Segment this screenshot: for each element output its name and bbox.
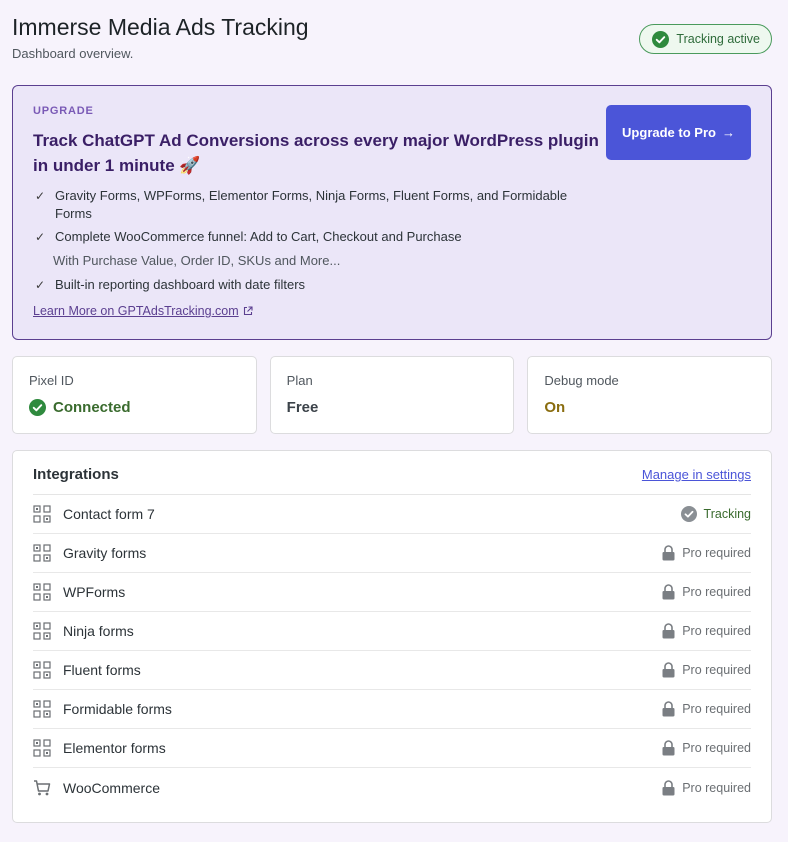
form-grid-icon [33,700,51,718]
integration-left: Gravity forms [33,544,146,562]
integration-left: Formidable forms [33,700,172,718]
integration-status: Pro required [662,584,751,600]
external-link-icon [243,306,253,316]
feature-item: ✓ Complete WooCommerce funnel: Add to Car… [35,229,462,244]
integration-left: Contact form 7 [33,505,155,523]
upgrade-eyebrow: UPGRADE [33,105,94,117]
stat-value: On [544,399,566,416]
integrations-panel: Integrations Manage in settings Contact … [12,450,772,823]
integration-name: Formidable forms [63,701,172,717]
upgrade-feature-list: ✓ Gravity Forms, WPForms, Elementor Forms… [35,187,595,294]
integration-status: Pro required [662,779,751,796]
form-grid-icon [33,505,51,523]
feature-subitem: With Purchase Value, Order ID, SKUs and … [53,253,341,268]
upgrade-to-pro-button[interactable]: Upgrade to Pro → [606,105,751,160]
stat-label: Debug mode [544,373,619,388]
tracking-status-badge: Tracking active [639,24,772,54]
upgrade-banner: UPGRADE Track ChatGPT Ad Conversions acr… [12,85,772,340]
integration-row: WooCommerce Pro required [33,768,751,807]
lock-icon [662,545,675,561]
stat-value: Free [286,399,319,416]
integration-name: WooCommerce [63,779,160,796]
integration-name: Contact form 7 [63,506,155,522]
check-circle-icon [29,399,46,416]
checkmark-icon: ✓ [35,230,46,244]
form-grid-icon [33,544,51,562]
stat-card-plan: Plan Free [269,356,515,434]
integration-left: Ninja forms [33,622,134,640]
integration-row: WPForms Pro required [33,573,751,612]
lock-icon [662,779,675,795]
integrations-header: Integrations Manage in settings [33,451,751,495]
lock-icon [662,701,675,717]
form-grid-icon [33,622,51,640]
integration-status: Pro required [662,662,751,678]
learn-more-link[interactable]: Learn More on GPTAdsTracking.com [33,304,253,318]
integration-status: Pro required [662,545,751,561]
integration-status: Pro required [662,740,751,756]
integration-left: WPForms [33,583,125,601]
integration-status: Pro required [662,701,751,717]
page-header: Immerse Media Ads Tracking Dashboard ove… [12,12,772,68]
integration-name: Gravity forms [63,545,147,561]
checkmark-icon: ✓ [35,189,46,203]
integration-status: Tracking [680,506,751,522]
integration-name: Ninja forms [63,623,134,639]
lock-icon [662,662,675,678]
integrations-list: Contact form 7 Tracking Gravity forms Pro r… [33,495,751,807]
stat-card-debug-mode: Debug mode On [527,356,773,434]
integrations-title: Integrations [33,466,119,483]
lock-icon [662,623,675,639]
integration-row: Contact form 7 Tracking [33,495,751,534]
integration-name: Elementor forms [63,740,166,756]
check-circle-icon [652,30,670,48]
form-grid-icon [33,661,51,679]
upgrade-headline: Track ChatGPT Ad Conversions across ever… [33,131,599,175]
checkmark-icon: ✓ [35,278,46,292]
integration-row: Elementor forms Pro required [33,729,751,768]
integration-row: Formidable forms Pro required [33,690,751,729]
lock-icon [662,584,675,600]
tracking-status-label: Tracking active [676,32,760,46]
stat-label: Pixel ID [29,373,74,388]
cart-icon [34,779,51,795]
integration-left: WooCommerce [33,779,160,797]
integration-row: Gravity forms Pro required [33,534,751,573]
stat-label: Plan [286,373,313,388]
stat-card-pixel-id: Pixel ID Connected [12,356,257,434]
stats-row: Pixel ID Connected Plan Free Debug mode … [12,356,773,434]
lock-icon [662,740,675,756]
arrow-right-icon: → [721,125,735,140]
integration-name: WPForms [63,584,126,600]
check-circle-icon [680,506,697,522]
feature-item: ✓ Gravity Forms, WPForms, Elementor Forms… [35,188,568,221]
form-grid-icon [33,583,51,601]
stat-value: Connected [29,399,240,416]
integration-row: Ninja forms Pro required [33,612,751,651]
integration-left: Elementor forms [33,739,166,757]
integration-left: Fluent forms [33,661,141,679]
integration-row: Fluent forms Pro required [33,651,751,690]
manage-in-settings-link[interactable]: Manage in settings [642,467,751,482]
integration-name: Fluent forms [63,662,141,678]
form-grid-icon [33,739,51,757]
integration-status: Pro required [662,623,751,639]
feature-item: ✓ Built-in reporting dashboard with date … [35,277,306,292]
